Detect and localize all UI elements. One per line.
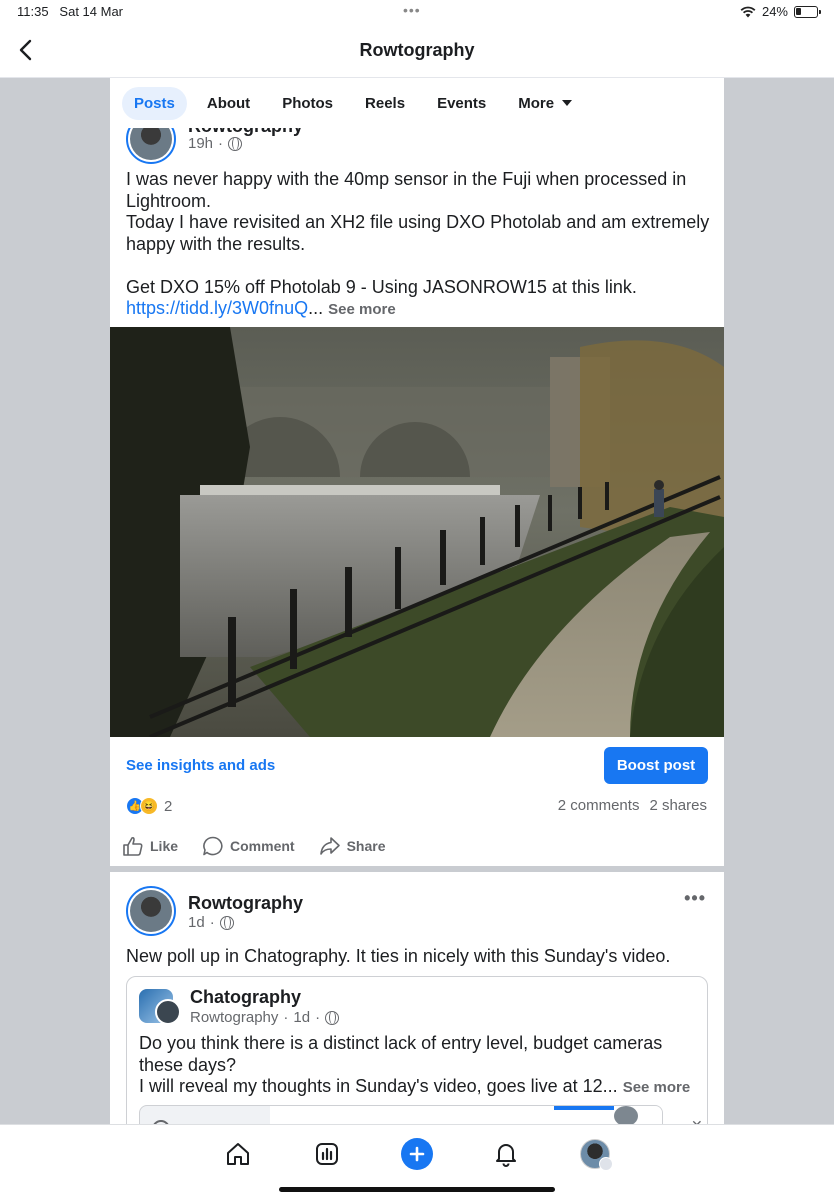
globe-icon [325,1010,340,1025]
shared-group-name[interactable]: Chatography [190,987,301,1008]
see-more-link[interactable]: See more [623,1079,691,1096]
post-body: New poll up in Chatography. It ties in n… [126,946,671,966]
notifications-icon[interactable] [488,1136,524,1172]
more-options-icon[interactable]: ••• [684,888,706,909]
tab-events[interactable]: Events [425,87,498,120]
share-count[interactable]: 2 shares [649,797,707,814]
post-author[interactable]: Rowtography [188,893,303,914]
author-avatar[interactable] [126,886,176,936]
status-right: 24% [740,4,821,19]
comment-icon [203,836,223,856]
share-button[interactable]: Share [319,836,386,856]
post-meta: 1d · [188,914,234,931]
globe-icon [219,915,234,930]
insights-link[interactable]: See insights and ads [126,757,275,774]
page-title: Rowtography [359,40,475,60]
tab-reels[interactable]: Reels [353,87,417,120]
voter-avatar [614,1106,638,1124]
comment-count[interactable]: 2 comments [558,797,640,814]
page-header: Rowtography [0,24,834,78]
poll-option[interactable] [139,1105,663,1124]
status-bar: 11:35 Sat 14 Mar ••• 24% [0,0,834,24]
post-line-1: I was never happy with the 40mp sensor i… [126,169,687,211]
shared-time: 1d [293,1009,311,1026]
close-icon[interactable]: ✕ [691,1117,703,1124]
battery-percent: 24% [761,4,788,19]
multitask-dots-icon[interactable]: ••• [403,2,421,18]
post-photo[interactable] [110,327,724,737]
create-icon[interactable] [399,1136,435,1172]
tab-more[interactable]: More [506,87,584,120]
bottom-nav [0,1124,834,1200]
caret-down-icon [562,100,573,106]
post-time: 1d [188,914,205,931]
tab-posts[interactable]: Posts [122,86,187,120]
see-more-link[interactable]: See more [328,301,396,318]
thumbs-up-icon [123,836,143,856]
shared-post-card[interactable]: Chatography Rowtography · 1d · Do you think… [126,976,708,1124]
haha-reaction-icon: 😆 [140,797,158,815]
post-line-2: Today I have revisited an XH2 file using… [126,212,710,254]
post-line-promo: Get DXO 15% off Photolab 9 - Using JASON… [126,276,637,319]
right-gutter [724,78,834,1124]
shared-author[interactable]: Rowtography [190,1009,278,1026]
post-body: I was never happy with the 40mp sensor i… [126,169,711,321]
profile-tabs: Posts About Photos Reels Events More [110,78,724,128]
home-indicator [279,1187,555,1192]
tab-photos[interactable]: Photos [270,87,345,120]
post-actions: Like Comment Share [122,836,386,856]
engagement-counts: 2 comments 2 shares [558,797,707,814]
shared-body: Do you think there is a distinct lack of… [139,1033,699,1099]
boost-post-button[interactable]: Boost post [604,747,708,784]
post-2: Rowtography 1d · ••• New poll up in Chato… [110,872,724,1124]
feed-column[interactable]: Posts About Photos Reels Events More Row… [110,78,724,1124]
tab-about[interactable]: About [195,87,262,120]
wifi-icon [740,6,756,17]
shared-line-2: I will reveal my thoughts in Sunday's vi… [139,1076,691,1096]
globe-icon [228,136,243,151]
home-icon[interactable] [220,1136,256,1172]
post-time: 19h [188,135,214,152]
post-1: Rowtography 19h· I was never happy with … [110,78,724,866]
profile-icon[interactable] [577,1136,613,1172]
profile-avatar [580,1139,613,1171]
battery-icon [794,5,821,18]
insights-icon[interactable] [309,1136,345,1172]
left-gutter [0,78,110,1124]
reactions-summary[interactable]: 👍 😆 2 [126,797,172,815]
shared-line-1: Do you think there is a distinct lack of… [139,1033,663,1075]
like-button[interactable]: Like [122,836,178,856]
shared-meta: Rowtography · 1d · [190,1009,340,1026]
post-link[interactable]: https://tidd.ly/3W0fnuQ [126,298,308,318]
poll-bar [554,1106,614,1110]
status-time: 11:35 Sat 14 Mar [17,4,124,19]
reaction-count: 2 [164,797,173,815]
comment-button[interactable]: Comment [202,836,295,856]
share-icon [319,837,340,855]
post-meta: 19h · [188,135,243,152]
group-avatar [139,989,181,1025]
